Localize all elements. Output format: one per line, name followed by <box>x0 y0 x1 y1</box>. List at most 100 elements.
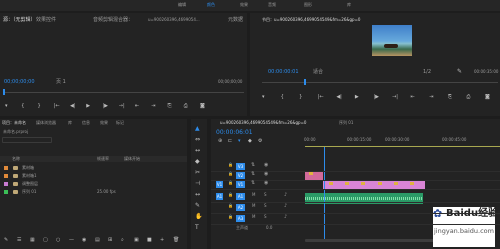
project-toolbar-13-icon[interactable]: 🗑 <box>173 238 179 243</box>
project-toolbar-5-icon[interactable]: — <box>69 238 74 243</box>
mute-button[interactable]: M <box>252 215 255 219</box>
source-control-7-icon[interactable]: →| <box>119 104 125 109</box>
source-control-2-icon[interactable]: } <box>38 104 41 109</box>
lock-icon[interactable]: 🔒 <box>228 215 233 219</box>
lock-icon[interactable]: 🔒 <box>228 181 233 185</box>
timeline-playhead[interactable] <box>324 147 325 240</box>
source-timecode[interactable]: 00;00;00;00 <box>4 80 35 85</box>
effect-controls-tab[interactable]: 效果控件 <box>36 18 56 23</box>
program-control-3-icon[interactable]: |← <box>318 95 324 100</box>
project-toolbar-8-icon[interactable]: ⊞ <box>108 238 112 243</box>
source-page[interactable]: 页 1 <box>56 80 66 85</box>
source-playhead[interactable] <box>3 89 5 95</box>
source-control-0-icon[interactable]: ▾ <box>5 104 8 109</box>
lock-icon[interactable]: 🔒 <box>228 172 233 176</box>
sync-icon[interactable]: ⇅ <box>251 181 255 186</box>
eye-icon[interactable]: ◉ <box>264 172 268 177</box>
project-toolbar-6-icon[interactable]: ◉ <box>82 238 86 243</box>
source-control-1-icon[interactable]: { <box>21 104 24 109</box>
tool-8-icon[interactable]: ✋ <box>195 214 202 220</box>
program-control-7-icon[interactable]: →| <box>392 95 398 100</box>
source-tab[interactable]: 源：（无剪辑） <box>3 18 36 23</box>
workspace-tab-3[interactable]: 音频 <box>268 3 276 7</box>
track-target[interactable]: A2 <box>236 204 245 211</box>
source-control-12-icon[interactable]: ◙ <box>200 104 205 109</box>
tool-4-icon[interactable]: ✂ <box>195 170 200 176</box>
source-control-5-icon[interactable]: ▶ <box>86 104 90 109</box>
project-item-name[interactable]: 调整图层 <box>22 182 38 186</box>
timeline-tool-1-icon[interactable]: ⊏ <box>228 139 232 144</box>
program-control-9-icon[interactable]: ⇥ <box>429 95 433 100</box>
program-control-10-icon[interactable]: ⎘ <box>448 95 452 100</box>
project-item-name[interactable]: 素材箱 <box>22 166 34 170</box>
timeline-tool-4-icon[interactable]: ⚙ <box>258 139 262 144</box>
program-control-4-icon[interactable]: ◀| <box>336 95 342 100</box>
project-tab-4[interactable]: 效果 <box>100 121 108 125</box>
timeline-tool-2-icon[interactable]: ▾ <box>238 139 241 144</box>
track-target[interactable]: V2 <box>236 172 245 179</box>
program-control-0-icon[interactable]: ▾ <box>262 95 265 100</box>
tool-6-icon[interactable]: ↔ <box>195 192 200 198</box>
program-control-12-icon[interactable]: ◙ <box>485 95 490 100</box>
sync-icon[interactable]: ⇅ <box>251 163 255 168</box>
col-fps[interactable]: 帧速率 <box>97 157 109 161</box>
project-item-name[interactable]: 素材箱1 <box>22 174 37 178</box>
track-target[interactable]: V3 <box>236 163 245 170</box>
tool-2-icon[interactable]: ↔ <box>195 148 200 154</box>
lock-icon[interactable]: 🔒 <box>228 163 233 167</box>
resolution-dropdown[interactable]: 1/2 <box>423 70 431 75</box>
program-control-8-icon[interactable]: ⇤ <box>411 95 415 100</box>
tool-1-icon[interactable]: ⇔ <box>195 137 200 143</box>
mute-button[interactable]: M <box>252 204 255 208</box>
timeline-h-scrollbar[interactable] <box>305 239 445 242</box>
audio-mixer-tab[interactable]: 音频剪辑混合器： <box>93 18 133 23</box>
timeline-timecode[interactable]: 00:00:06:01 <box>216 130 253 136</box>
solo-button[interactable]: S <box>264 215 267 219</box>
workspace-tab-1[interactable]: 颜色 <box>207 3 215 7</box>
timeline-tool-3-icon[interactable]: ◆ <box>248 139 252 144</box>
project-toolbar-12-icon[interactable]: + <box>160 238 164 243</box>
project-item-name[interactable]: 序列 01 <box>22 190 36 194</box>
source-control-10-icon[interactable]: ⎘ <box>168 104 172 109</box>
project-toolbar-11-icon[interactable]: ■ <box>147 238 152 243</box>
master-value[interactable]: 0.0 <box>266 226 272 230</box>
project-tab-0[interactable]: 项目：未命名 <box>2 121 26 125</box>
project-toolbar-1-icon[interactable]: ☰ <box>17 238 21 243</box>
col-start[interactable]: 媒体开始 <box>124 157 140 161</box>
source-control-3-icon[interactable]: |← <box>54 104 60 109</box>
lock-icon[interactable]: 🔒 <box>228 193 233 197</box>
program-control-2-icon[interactable]: } <box>299 95 302 100</box>
tool-3-icon[interactable]: ◆ <box>195 159 200 165</box>
program-control-6-icon[interactable]: |▶ <box>374 95 380 100</box>
lock-icon[interactable]: 🔒 <box>228 204 233 208</box>
project-toolbar-7-icon[interactable]: ▤ <box>95 238 100 243</box>
v1-source-patch[interactable]: V1 <box>216 181 223 188</box>
tool-5-icon[interactable]: ⊣ <box>195 181 200 187</box>
track-target[interactable]: A1 <box>236 193 245 200</box>
col-name[interactable]: 名称 <box>12 157 20 161</box>
timeline-tool-0-icon[interactable]: ⊕ <box>218 139 222 144</box>
fit-dropdown[interactable]: 适合 <box>313 70 323 75</box>
mic-icon[interactable]: ♪ <box>284 215 287 220</box>
workspace-tab-2[interactable]: 效果 <box>240 3 248 7</box>
project-toolbar-2-icon[interactable]: ▦ <box>30 238 35 243</box>
mute-button[interactable]: M <box>252 193 255 197</box>
project-toolbar-4-icon[interactable]: ○ <box>56 238 60 243</box>
project-tab-3[interactable]: 信息 <box>82 121 90 125</box>
eye-icon[interactable]: ◉ <box>264 181 268 186</box>
program-control-11-icon[interactable]: ⎙ <box>466 95 470 100</box>
project-toolbar-10-icon[interactable]: ▣ <box>134 238 139 243</box>
sync-icon[interactable]: ⇅ <box>251 172 255 177</box>
project-toolbar-3-icon[interactable]: ▢ <box>43 238 48 243</box>
source-scrub-bar[interactable] <box>3 92 244 93</box>
track-target[interactable]: V1 <box>236 181 245 188</box>
solo-button[interactable]: S <box>264 204 267 208</box>
project-tab-1[interactable]: 媒体浏览器 <box>36 121 56 125</box>
timeline-tab[interactable]: u=900260396,4699054549&fm=26&gp=0 <box>220 121 306 125</box>
sequence-tab[interactable]: 序列 01 <box>339 121 353 125</box>
program-timecode[interactable]: 00:00:00:01 <box>268 70 299 75</box>
project-toolbar-0-icon[interactable]: ✎ <box>4 238 8 243</box>
a1-source-patch[interactable]: A1 <box>216 193 223 200</box>
project-toolbar-9-icon[interactable]: ⌕ <box>121 238 124 243</box>
source-control-9-icon[interactable]: ⇥ <box>151 104 155 109</box>
